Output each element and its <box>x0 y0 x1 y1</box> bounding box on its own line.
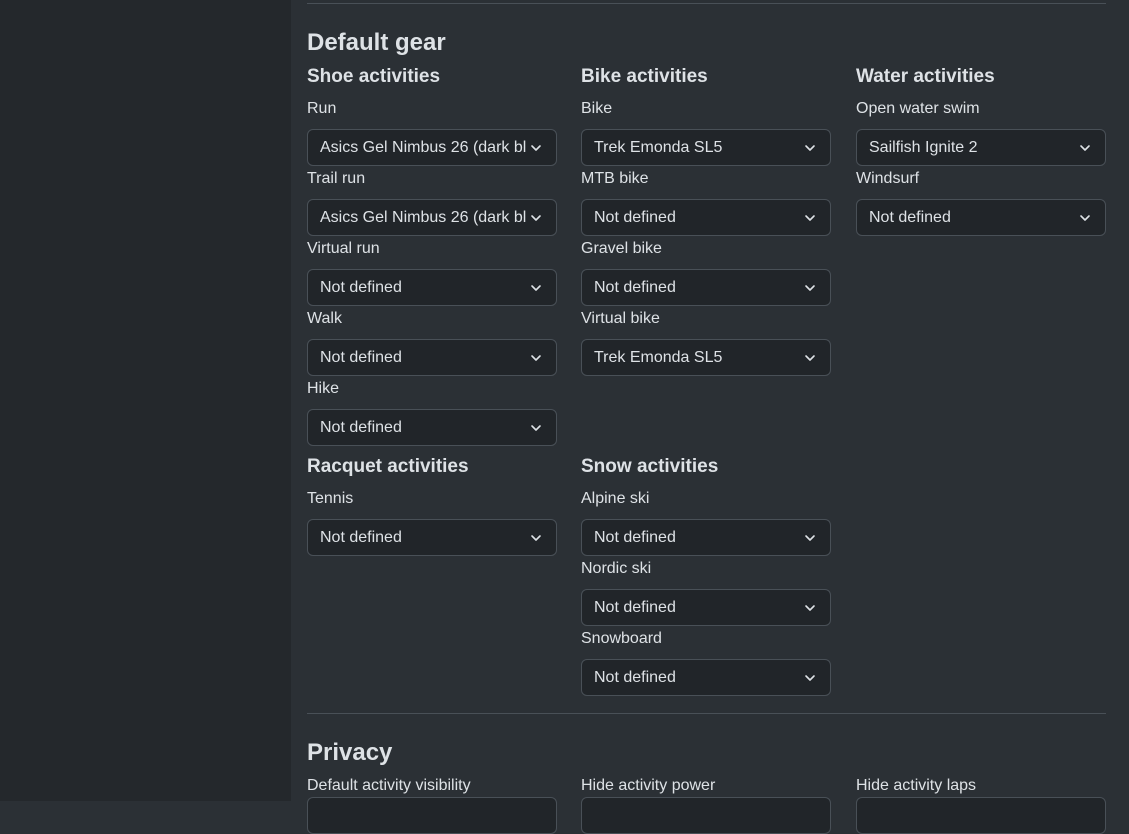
virtual-run-label: Virtual run <box>307 240 380 257</box>
default-activity-visibility-label: Default activity visibility <box>307 777 471 794</box>
chevron-down-icon <box>804 282 816 294</box>
section-divider <box>307 3 1106 4</box>
tennis-gear-select[interactable]: Not defined <box>307 519 557 556</box>
snowboard-gear-value: Not defined <box>594 668 676 686</box>
chevron-down-icon <box>530 532 542 544</box>
bike-gear-value: Trek Emonda SL5 <box>594 138 723 156</box>
chevron-down-icon <box>804 352 816 364</box>
chevron-down-icon <box>804 142 816 154</box>
chevron-down-icon <box>530 352 542 364</box>
bike-activities-title: Bike activities <box>581 66 708 87</box>
virtual-run-gear-value: Not defined <box>320 278 402 296</box>
alpine-ski-gear-value: Not defined <box>594 528 676 546</box>
chevron-down-icon <box>804 672 816 684</box>
racquet-activities-title: Racquet activities <box>307 456 469 477</box>
chevron-down-icon <box>530 282 542 294</box>
walk-gear-select[interactable]: Not defined <box>307 339 557 376</box>
virtual-run-gear-select[interactable]: Not defined <box>307 269 557 306</box>
hide-activity-laps-label: Hide activity laps <box>856 777 977 794</box>
gravel-bike-gear-value: Not defined <box>594 278 676 296</box>
open-water-swim-gear-value: Sailfish Ignite 2 <box>869 138 978 156</box>
sidebar <box>0 0 291 801</box>
chevron-down-icon <box>530 422 542 434</box>
alpine-ski-label: Alpine ski <box>581 490 650 507</box>
alpine-ski-gear-select[interactable]: Not defined <box>581 519 831 556</box>
snowboard-label: Snowboard <box>581 630 662 647</box>
trail-run-gear-select[interactable]: Asics Gel Nimbus 26 (dark blue) <box>307 199 557 236</box>
tennis-gear-value: Not defined <box>320 528 402 546</box>
snow-activities-title: Snow activities <box>581 456 719 477</box>
shoe-activities-title: Shoe activities <box>307 66 441 87</box>
windsurf-label: Windsurf <box>856 170 920 187</box>
hide-activity-laps-select[interactable] <box>856 797 1106 834</box>
virtual-bike-gear-value: Trek Emonda SL5 <box>594 348 723 366</box>
virtual-bike-gear-select[interactable]: Trek Emonda SL5 <box>581 339 831 376</box>
main-content: Default gear Shoe activities Run Asics G… <box>291 0 1129 834</box>
chevron-down-icon <box>530 142 542 154</box>
chevron-down-icon <box>530 212 542 224</box>
chevron-down-icon <box>804 602 816 614</box>
nordic-ski-gear-select[interactable]: Not defined <box>581 589 831 626</box>
run-gear-select[interactable]: Asics Gel Nimbus 26 (dark blue) <box>307 129 557 166</box>
trail-run-gear-value: Asics Gel Nimbus 26 (dark blue) <box>320 208 526 226</box>
mtb-bike-label: MTB bike <box>581 170 649 187</box>
run-gear-value: Asics Gel Nimbus 26 (dark blue) <box>320 138 526 156</box>
mtb-bike-gear-value: Not defined <box>594 208 676 226</box>
default-activity-visibility-select[interactable] <box>307 797 557 834</box>
chevron-down-icon <box>1079 212 1091 224</box>
hike-label: Hike <box>307 380 340 397</box>
hide-activity-power-select[interactable] <box>581 797 831 834</box>
default-gear-title: Default gear <box>307 29 446 56</box>
walk-label: Walk <box>307 310 342 327</box>
mtb-bike-gear-select[interactable]: Not defined <box>581 199 831 236</box>
trail-run-label: Trail run <box>307 170 366 187</box>
bike-label: Bike <box>581 100 613 117</box>
chevron-down-icon <box>804 532 816 544</box>
chevron-down-icon <box>804 212 816 224</box>
walk-gear-value: Not defined <box>320 348 402 366</box>
windsurf-gear-value: Not defined <box>869 208 951 226</box>
gravel-bike-label: Gravel bike <box>581 240 662 257</box>
gravel-bike-gear-select[interactable]: Not defined <box>581 269 831 306</box>
chevron-down-icon <box>1079 142 1091 154</box>
run-label: Run <box>307 100 337 117</box>
virtual-bike-label: Virtual bike <box>581 310 660 327</box>
water-activities-title: Water activities <box>856 66 995 87</box>
windsurf-gear-select[interactable]: Not defined <box>856 199 1106 236</box>
hike-gear-value: Not defined <box>320 418 402 436</box>
open-water-swim-label: Open water swim <box>856 100 980 117</box>
nordic-ski-gear-value: Not defined <box>594 598 676 616</box>
hike-gear-select[interactable]: Not defined <box>307 409 557 446</box>
tennis-label: Tennis <box>307 490 354 507</box>
privacy-title: Privacy <box>307 739 393 766</box>
section-divider <box>307 713 1106 714</box>
nordic-ski-label: Nordic ski <box>581 560 652 577</box>
snowboard-gear-select[interactable]: Not defined <box>581 659 831 696</box>
settings-content: Default gear Shoe activities Run Asics G… <box>307 0 1106 834</box>
open-water-swim-gear-select[interactable]: Sailfish Ignite 2 <box>856 129 1106 166</box>
hide-activity-power-label: Hide activity power <box>581 777 716 794</box>
bike-gear-select[interactable]: Trek Emonda SL5 <box>581 129 831 166</box>
